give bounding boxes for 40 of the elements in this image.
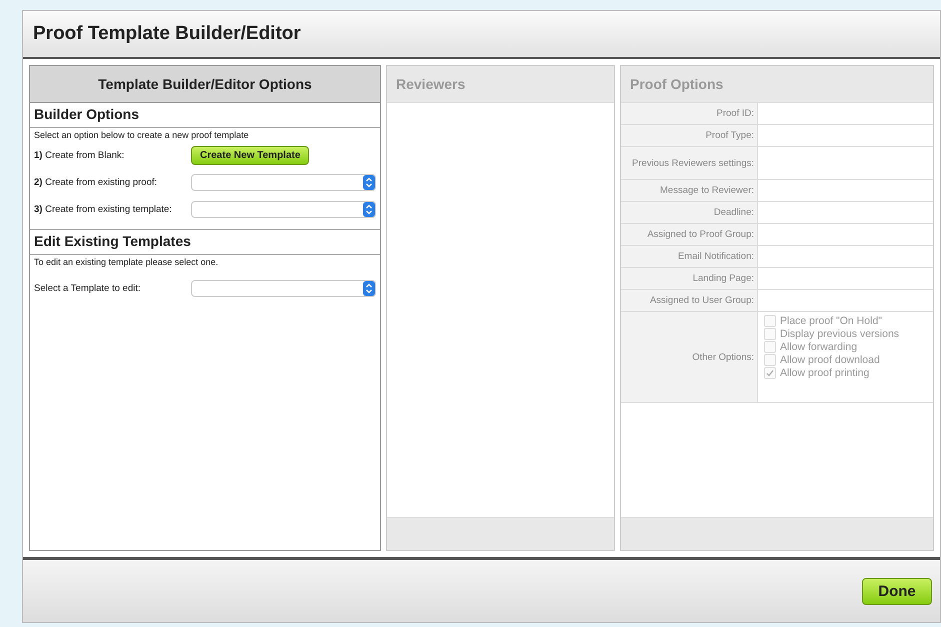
done-button[interactable]: Done <box>862 578 932 604</box>
stepper-icon <box>363 281 375 296</box>
field-label: Assigned to User Group: <box>650 295 754 306</box>
checkbox-label: Allow proof printing <box>780 367 870 379</box>
checkbox-label: Allow proof download <box>780 354 880 366</box>
checkbox[interactable] <box>764 341 776 353</box>
panel-title: Reviewers <box>396 76 466 92</box>
field-label: Proof ID: <box>716 108 754 119</box>
field-label: Proof Type: <box>706 130 754 141</box>
checkbox[interactable] <box>764 328 776 340</box>
checkbox[interactable] <box>764 354 776 366</box>
dropdown-field[interactable] <box>191 201 376 218</box>
panel-title: Template Builder/Editor Options <box>98 76 312 92</box>
checkbox-label: Place proof "On Hold" <box>780 315 882 327</box>
field-label: Message to Reviewer: <box>660 185 754 196</box>
stepper-icon <box>363 202 375 217</box>
dropdown-field[interactable] <box>191 174 376 191</box>
create-template-button[interactable]: Create New Template <box>191 146 310 165</box>
option-label: 1) Create from Blank: <box>34 150 126 161</box>
section-heading: Builder Options <box>34 106 139 122</box>
field-label: Assigned to Proof Group: <box>647 229 754 240</box>
section-description: To edit an existing template please select one. <box>33 256 220 269</box>
option-label: 3) Create from existing template: <box>34 204 173 215</box>
checkbox-label: Allow forwarding <box>780 341 858 353</box>
checkbox-label: Display previous versions <box>780 328 900 340</box>
checkbox[interactable] <box>764 367 776 379</box>
window-title: Proof Template Builder/Editor <box>33 23 301 45</box>
field-label: Email Notification: <box>678 251 754 262</box>
field-label: Other Options: <box>692 352 754 362</box>
field-label: Landing Page: <box>692 273 754 284</box>
panel-title: Proof Options <box>630 76 724 92</box>
dropdown-field[interactable] <box>191 280 376 297</box>
section-heading: Edit Existing Templates <box>34 233 191 249</box>
section-description: Select an option below to create a new proof template <box>33 129 250 142</box>
field-label: Previous Reviewers settings: <box>632 158 754 168</box>
option-label: 2) Create from existing proof: <box>34 177 158 188</box>
stepper-icon <box>363 175 375 190</box>
field-label: Deadline: <box>714 207 754 218</box>
option-label: Select a Template to edit: <box>34 283 142 294</box>
checkbox[interactable] <box>764 315 776 327</box>
